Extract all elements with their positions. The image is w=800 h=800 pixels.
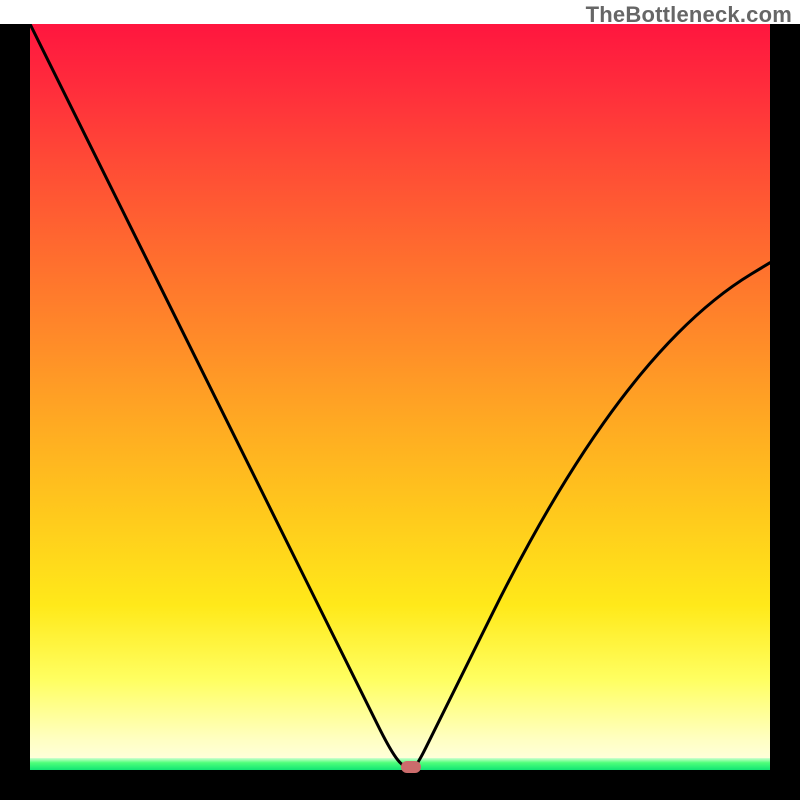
plot-outer-border bbox=[0, 24, 800, 800]
bottleneck-curve bbox=[30, 24, 770, 770]
chart-frame: TheBottleneck.com bbox=[0, 0, 800, 800]
plot-area bbox=[30, 24, 770, 770]
optimal-point-marker bbox=[401, 761, 421, 773]
bottleneck-curve-svg bbox=[30, 24, 770, 770]
